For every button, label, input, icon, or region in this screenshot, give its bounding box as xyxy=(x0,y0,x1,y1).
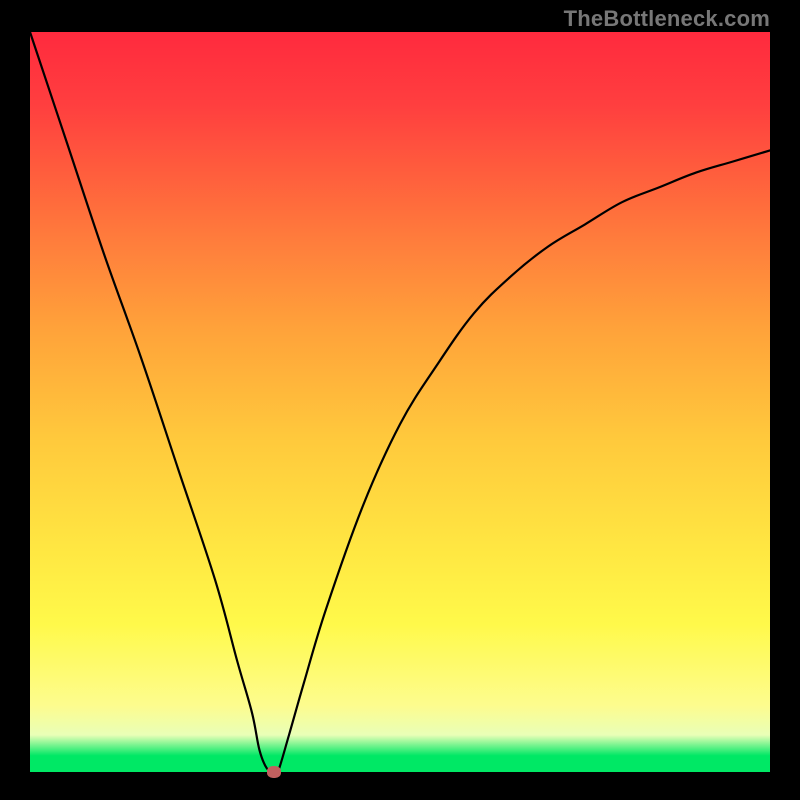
minimum-marker xyxy=(267,766,281,778)
plot-area xyxy=(30,32,770,772)
attribution-text: TheBottleneck.com xyxy=(564,6,770,32)
bottleneck-curve xyxy=(30,32,770,772)
chart-frame: TheBottleneck.com xyxy=(0,0,800,800)
